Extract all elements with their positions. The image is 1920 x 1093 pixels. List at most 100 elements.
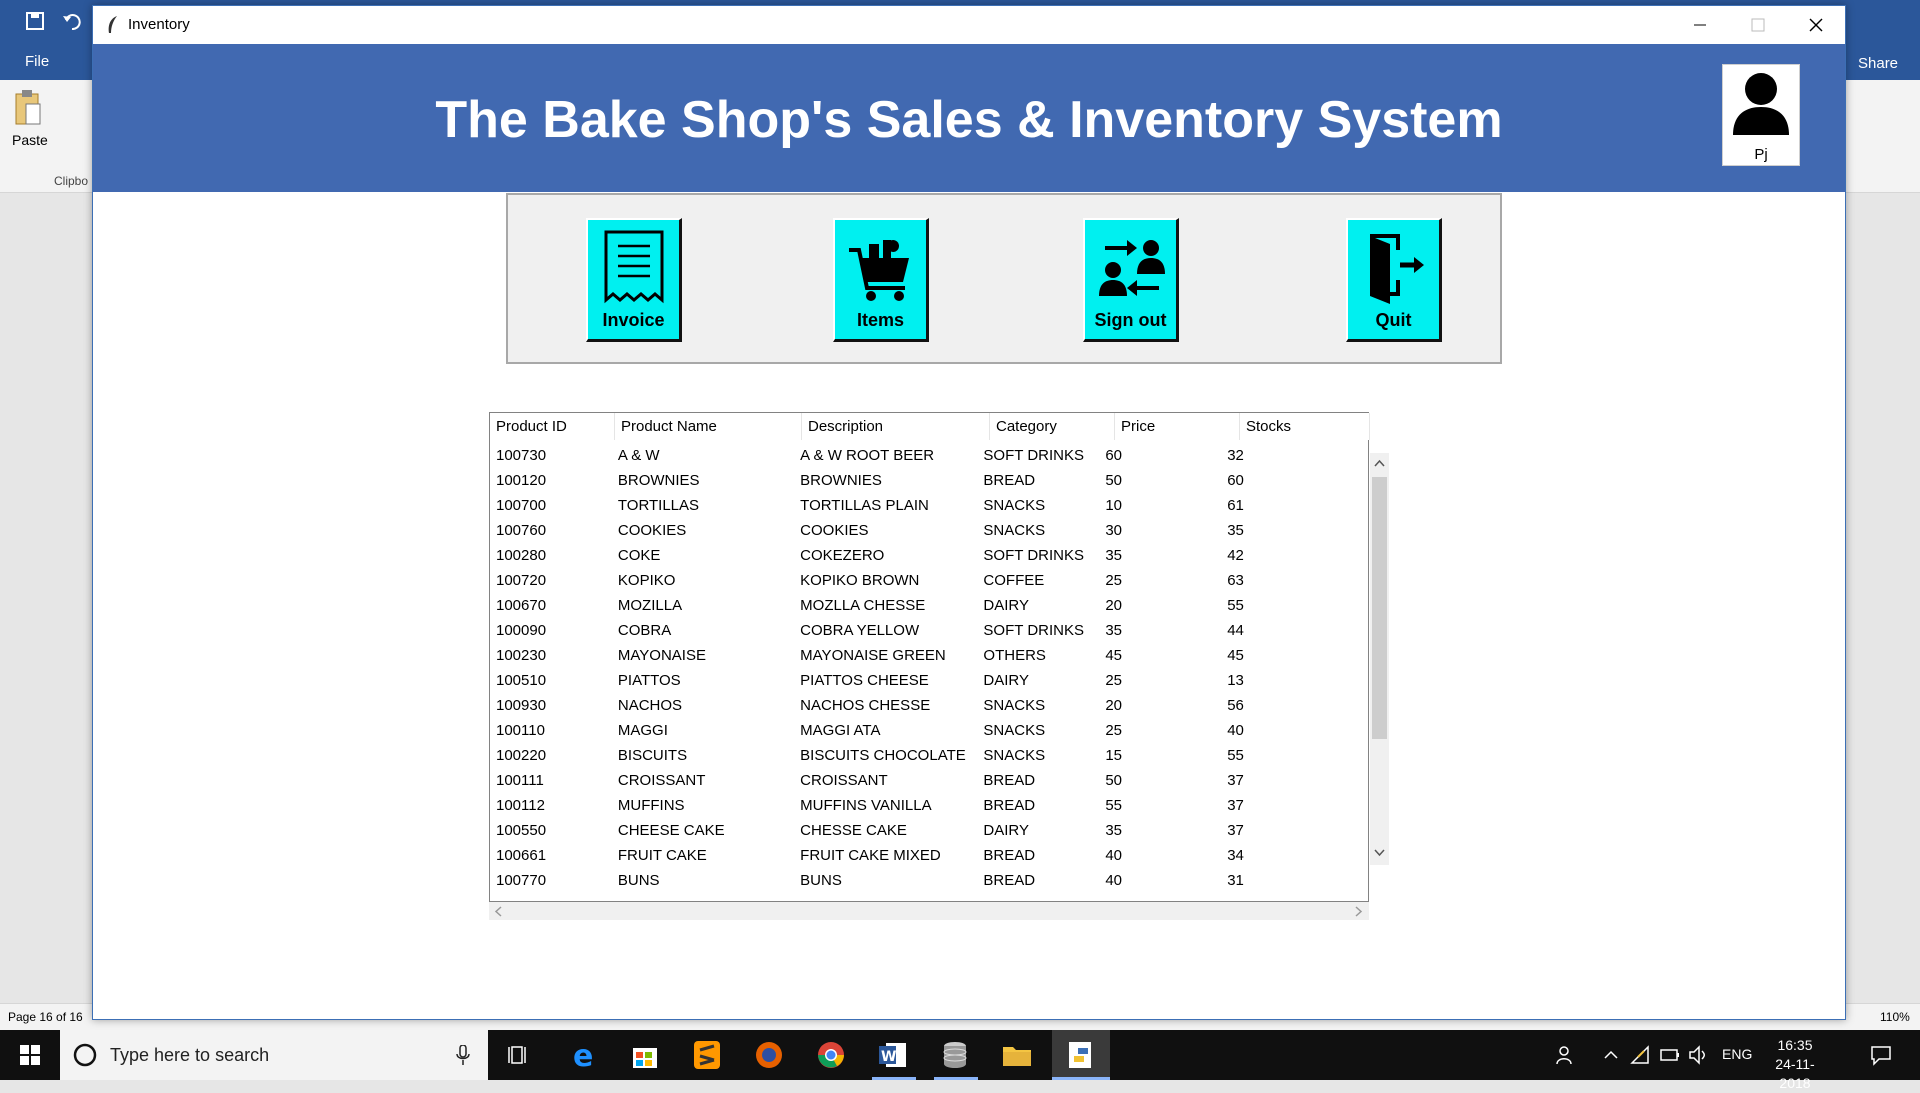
cell-price: 50 bbox=[1105, 472, 1122, 489]
svg-text:W: W bbox=[881, 1049, 896, 1065]
system-clock[interactable]: 16:35 24-11-2018 bbox=[1760, 1036, 1830, 1093]
store-icon[interactable] bbox=[628, 1038, 662, 1072]
cell-product-name: COKE bbox=[617, 547, 661, 564]
table-row[interactable]: 100730 A & W A & W ROOT BEER SOFT DRINKS 60 3… bbox=[490, 443, 1348, 468]
cell-product-name: NACHOS bbox=[617, 697, 683, 714]
clock-date: 24-11-2018 bbox=[1775, 1056, 1815, 1091]
table-row[interactable]: 100120 BROWNIES BROWNIES BREAD 50 60 bbox=[490, 468, 1348, 493]
items-button[interactable]: Items bbox=[833, 218, 929, 342]
taskbar-search-box[interactable]: Type here to search bbox=[60, 1030, 488, 1080]
cell-product-name: BISCUITS bbox=[617, 747, 688, 764]
vertical-scroll-thumb[interactable] bbox=[1372, 477, 1387, 739]
file-explorer-icon[interactable] bbox=[1000, 1038, 1034, 1072]
invoice-button[interactable]: Invoice bbox=[586, 218, 682, 342]
column-header-product-name[interactable]: Product Name bbox=[615, 413, 802, 440]
language-indicator[interactable]: ENG bbox=[1722, 1046, 1752, 1062]
volume-icon[interactable] bbox=[1688, 1045, 1710, 1065]
table-body: 100730 A & W A & W ROOT BEER SOFT DRINKS 60 3… bbox=[490, 443, 1348, 893]
cell-product-id: 100770 bbox=[496, 872, 547, 889]
edge-browser-icon[interactable]: e bbox=[567, 1038, 601, 1072]
windows-start-icon[interactable] bbox=[20, 1045, 40, 1065]
close-button[interactable] bbox=[1787, 6, 1845, 44]
cell-product-name: MOZILLA bbox=[617, 597, 683, 614]
cell-product-name: BUNS bbox=[617, 872, 660, 889]
table-row[interactable]: 100550 CHEESE CAKE CHESSE CAKE DAIRY 35 37 bbox=[490, 818, 1348, 843]
scroll-right-icon[interactable] bbox=[1355, 906, 1363, 917]
table-row[interactable]: 100220 BISCUITS BISCUITS CHOCOLATE SNACKS 15… bbox=[490, 743, 1348, 768]
clock-time: 16:35 bbox=[1777, 1037, 1813, 1053]
user-profile[interactable]: Pj bbox=[1722, 64, 1800, 166]
word-app-icon[interactable]: W bbox=[876, 1038, 910, 1072]
quit-button[interactable]: Quit bbox=[1346, 218, 1442, 342]
app-heading: The Bake Shop's Sales & Inventory System bbox=[435, 91, 1503, 149]
vertical-scrollbar[interactable] bbox=[1370, 453, 1389, 865]
horizontal-scrollbar[interactable] bbox=[489, 902, 1369, 920]
firefox-icon[interactable] bbox=[752, 1038, 786, 1072]
cell-description: MAGGI ATA bbox=[800, 722, 881, 739]
save-icon[interactable] bbox=[26, 12, 44, 30]
microphone-icon[interactable] bbox=[456, 1045, 470, 1067]
scroll-left-icon[interactable] bbox=[494, 906, 502, 917]
undo-icon[interactable] bbox=[62, 12, 82, 30]
sign-out-button[interactable]: Sign out bbox=[1083, 218, 1179, 342]
action-button-panel: Invoice Items Sign out Quit bbox=[506, 193, 1502, 364]
table-row[interactable]: 100760 COOKIES COOKIES SNACKS 30 35 bbox=[490, 518, 1348, 543]
show-hidden-icons-chevron[interactable] bbox=[1604, 1050, 1618, 1060]
cell-category: BREAD bbox=[983, 797, 1036, 814]
scroll-up-icon[interactable] bbox=[1374, 459, 1385, 467]
table-row[interactable]: 100770 BUNS BUNS BREAD 40 31 bbox=[490, 868, 1348, 893]
cell-product-id: 100670 bbox=[496, 597, 547, 614]
table-row[interactable]: 100700 TORTILLAS TORTILLAS PLAIN SNACKS 10 61 bbox=[490, 493, 1348, 518]
cell-product-id: 100230 bbox=[496, 647, 547, 664]
table-row[interactable]: 100090 COBRA COBRA YELLOW SOFT DRINKS 35 44 bbox=[490, 618, 1348, 643]
cell-price: 45 bbox=[1105, 647, 1122, 664]
column-header-product-id[interactable]: Product ID bbox=[490, 413, 615, 440]
cell-stocks: 37 bbox=[1227, 772, 1244, 789]
zoom-level[interactable]: 110% bbox=[1880, 1010, 1910, 1024]
column-header-price[interactable]: Price bbox=[1115, 413, 1240, 440]
cell-price: 25 bbox=[1105, 672, 1122, 689]
cell-product-name: CROISSANT bbox=[617, 772, 706, 789]
battery-icon[interactable] bbox=[1660, 1047, 1680, 1063]
sublime-text-icon[interactable] bbox=[690, 1038, 724, 1072]
exit-door-icon bbox=[1370, 234, 1424, 304]
product-table[interactable]: Product ID Product Name Description Cate… bbox=[489, 412, 1370, 902]
cell-price: 20 bbox=[1105, 697, 1122, 714]
paste-icon[interactable] bbox=[14, 88, 42, 128]
search-placeholder: Type here to search bbox=[110, 1045, 270, 1065]
task-view-icon[interactable] bbox=[503, 1038, 537, 1072]
cell-price: 35 bbox=[1105, 822, 1122, 839]
python-app-active-button[interactable] bbox=[1052, 1030, 1110, 1080]
cell-stocks: 61 bbox=[1227, 497, 1244, 514]
column-header-category[interactable]: Category bbox=[990, 413, 1115, 440]
table-row[interactable]: 100720 KOPIKO KOPIKO BROWN COFFEE 25 63 bbox=[490, 568, 1348, 593]
file-tab[interactable]: File bbox=[25, 53, 49, 70]
table-row[interactable]: 100661 FRUIT CAKE FRUIT CAKE MIXED BREAD 40 3… bbox=[490, 843, 1348, 868]
action-center-icon[interactable] bbox=[1870, 1044, 1892, 1066]
scroll-down-icon[interactable] bbox=[1374, 849, 1385, 857]
clipboard-group-label: Clipbo bbox=[54, 174, 89, 188]
maximize-button[interactable] bbox=[1729, 6, 1787, 44]
table-row[interactable]: 100670 MOZILLA MOZLLA CHESSE DAIRY 20 55 bbox=[490, 593, 1348, 618]
table-row[interactable]: 100930 NACHOS NACHOS CHESSE SNACKS 20 56 bbox=[490, 693, 1348, 718]
cell-product-name: COBRA bbox=[617, 622, 672, 639]
people-icon[interactable] bbox=[1556, 1045, 1576, 1065]
database-icon[interactable] bbox=[938, 1038, 972, 1072]
table-row[interactable]: 100280 COKE COKEZERO SOFT DRINKS 35 42 bbox=[490, 543, 1348, 568]
table-row[interactable]: 100110 MAGGI MAGGI ATA SNACKS 25 40 bbox=[490, 718, 1348, 743]
wifi-icon[interactable] bbox=[1630, 1045, 1650, 1065]
cell-price: 35 bbox=[1105, 622, 1122, 639]
chrome-icon[interactable] bbox=[814, 1038, 848, 1072]
table-row[interactable]: 100510 PIATTOS PIATTOS CHEESE DAIRY 25 13 bbox=[490, 668, 1348, 693]
cell-price: 30 bbox=[1105, 522, 1122, 539]
window-title: Inventory bbox=[128, 16, 190, 33]
cell-price: 20 bbox=[1105, 597, 1122, 614]
minimize-button[interactable] bbox=[1671, 6, 1729, 44]
column-header-stocks[interactable]: Stocks bbox=[1240, 413, 1370, 440]
table-row[interactable]: 100230 MAYONAISE MAYONAISE GREEN OTHERS 45 45 bbox=[490, 643, 1348, 668]
share-button[interactable]: Share bbox=[1858, 55, 1898, 72]
table-row[interactable]: 100112 MUFFINS MUFFINS VANILLA BREAD 55 37 bbox=[490, 793, 1348, 818]
column-header-description[interactable]: Description bbox=[802, 413, 990, 440]
table-row[interactable]: 100111 CROISSANT CROISSANT BREAD 50 37 bbox=[490, 768, 1348, 793]
cell-price: 55 bbox=[1105, 797, 1122, 814]
